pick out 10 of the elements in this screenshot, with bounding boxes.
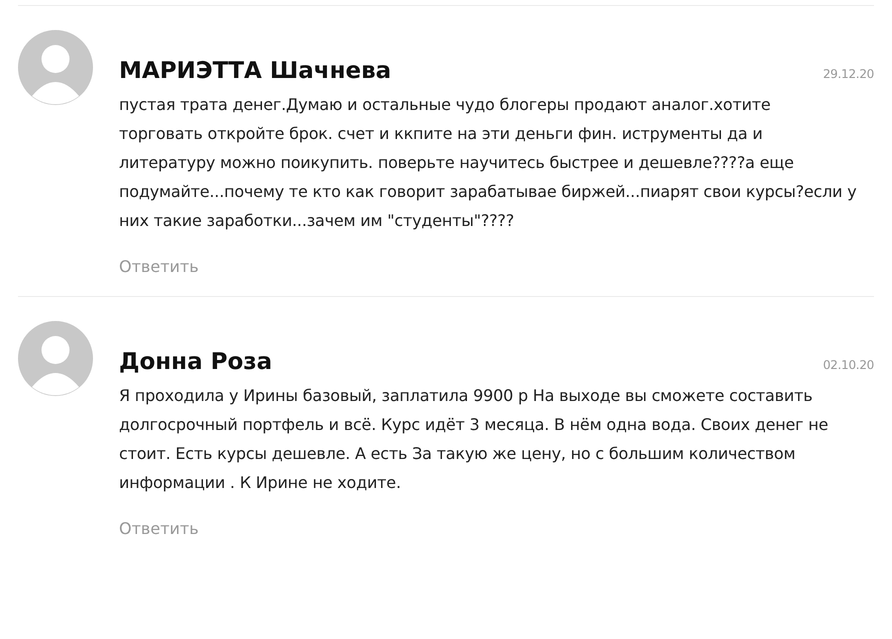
reply-link[interactable]: Ответить bbox=[119, 519, 199, 538]
avatar-icon bbox=[18, 30, 93, 105]
author-name: Донна Роза bbox=[119, 349, 272, 375]
comment-date: 02.10.20 bbox=[822, 358, 874, 372]
comment-text: Я проходила у Ирины базовый, заплатила 9900 р На выходе вы сможете составить долгосрочный портфель и всё. Курс идёт 3 месяца. В нём одна вода. Своих денег не стоит. Есть курсы дешевле. А есть За такую же цену, но с большим количеством информации . К Ирине не ходите. bbox=[119, 385, 830, 494]
comment-date: 29.12.20 bbox=[822, 67, 874, 81]
avatar-icon bbox=[18, 321, 93, 396]
author-name: МАРИЭТТА Шачнева bbox=[119, 58, 392, 84]
comment-text: пустая трата денег.Думаю и остальные чудо блогеры продают аналог.хотите торговать откройте брок. счет и ккпите на эти деньги фин. иструменты да и литературу можно поикупить. поверьте научитесь быстрее и дешевле????а еще подумайте...почему те кто как говорит зарабатывае биржей...пиарят свои курсы?если у них такие заработки...зачем им "студенты"???? bbox=[119, 94, 858, 232]
reply-link[interactable]: Ответить bbox=[119, 257, 199, 276]
